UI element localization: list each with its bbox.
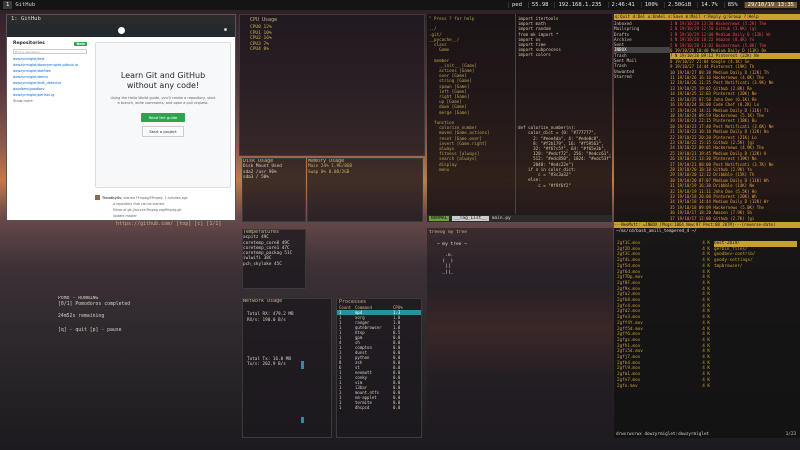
process-row[interactable]: 1 dhcpcd 0.0 xyxy=(337,405,421,410)
status-clock: 29/10/19 13:35 xyxy=(743,2,797,8)
status-music: ped xyxy=(507,2,525,8)
vim-statusline: NORMAL __Tag_List__ main.py xyxy=(427,215,612,222)
repo-link[interactable]: goodbev/goodbev xyxy=(13,87,87,91)
timer-keys: [q] - quit [p] - pause xyxy=(58,328,122,333)
ranger-path: ~/ms/cd/bash_amill_tempered_4 ~/ xyxy=(616,228,697,233)
repo-link[interactable]: dowzyrmiglet/demo xyxy=(13,75,87,79)
timer-completed: [0/1] Pomodoros completed xyxy=(58,302,131,307)
dir-name: tmpbrowser/ xyxy=(714,263,743,269)
mail-list[interactable]: 1 N 19/10/29 13:30 Hackernews (5.2K) The… xyxy=(670,21,800,221)
feed-time: 2 minutes ago xyxy=(164,195,188,200)
show-more-link[interactable]: Show more xyxy=(13,99,87,103)
rx-spark-bar xyxy=(301,361,304,369)
find-repo-input[interactable]: Find a repository… xyxy=(13,49,87,54)
file-tab[interactable]: main.py xyxy=(492,216,511,221)
github-logo-icon[interactable] xyxy=(117,27,125,34)
pomodoro-timer: Pomo - RUNNING [0/1] Pomodoros completed… xyxy=(58,296,178,346)
network-tx-rate: Tx/s: 202.9 B/s xyxy=(247,362,286,368)
vim-editor[interactable]: " Press ? for help ../ .git/ __pycache__… xyxy=(427,14,612,222)
tree-art: ~ my tree ~ .o. ( ) || _||_ xyxy=(437,242,467,275)
neomutt-mail[interactable]: q:Quit d:Del u:Undel s:Save m:Mail r:Rep… xyxy=(614,14,800,228)
tagbar-panel[interactable]: " Press ? for help ../ .git/ __pycache__… xyxy=(429,16,515,172)
tree-terminal[interactable]: treeog my tree ~ my tree ~ .o. ( ) || _|… xyxy=(427,228,613,438)
status-memory: 2.50GiB xyxy=(663,2,694,8)
status-battery: 85% xyxy=(723,2,741,8)
card-text: Using the Hello World guide, you'll crea… xyxy=(110,96,216,105)
cpu-title: CPU Usage xyxy=(250,17,278,23)
repo-link[interactable]: dowzyrmiglet/perihel-ig xyxy=(13,93,87,97)
memory-usage-widget: Memory Usage Main 24% 1.9G/8GB Swap 0% 0… xyxy=(307,158,423,222)
read-guide-button[interactable]: Read the guide xyxy=(140,113,186,122)
file-list[interactable]: 2gf1C.mov 4 K 2gf2D.mov 4 K 2gf3C.mov 4 K 2gf4… xyxy=(617,241,710,389)
temperatures-widget: Temperatures acpitz 49C coretemp_core0 4… xyxy=(242,229,306,289)
split-divider xyxy=(515,14,516,214)
file-position: 1/23 xyxy=(785,432,796,437)
temp-row: pch_skylake 45C xyxy=(243,261,282,267)
network-title: Network Usage xyxy=(243,298,283,304)
status-uptime: 2:46:41 xyxy=(607,2,638,8)
status-bar: 1 GitHub ped 55.98 192.168.1.235 2:46:41… xyxy=(0,0,800,10)
feed-user[interactable]: TimothyGu xyxy=(102,196,122,200)
disk-row: sda3 / 50% xyxy=(243,174,269,180)
activity-feed: TimothyGu starred FFmpeg/FFmpeg 2 minutes … xyxy=(95,195,231,220)
github-header: ● xyxy=(7,24,235,37)
ranger-file-manager[interactable]: ~/ms/cd/bash_amill_tempered_4 ~/ 2gf1C.m… xyxy=(614,228,800,438)
repo-link[interactable]: dowzyrmiglet/dowzyrmiglet.github.io xyxy=(13,63,87,67)
process-cell: 1 xyxy=(339,405,342,410)
feed-desc: A repository that can be starred xyxy=(113,202,164,206)
tx-spark-bar xyxy=(301,417,304,423)
browser-window[interactable]: 1: GitHub ● Repositories New Find a repos… xyxy=(6,14,236,221)
tagbar-tab[interactable]: __Tag_List__ xyxy=(452,216,489,221)
ranger-statusbar: drwxrwxrwx dowzyrmiglet:dowzyrmiglet 1/2… xyxy=(616,432,796,437)
card-heading: Learn Git and GitHub without any code! xyxy=(120,71,206,90)
file-row[interactable]: 2gfo.mov 4 K xyxy=(617,384,710,390)
browser-url-status: https://github.com/ [top] [c] [1/1] xyxy=(116,221,222,227)
file-name: 2gfo.mov xyxy=(617,383,638,389)
status-disk: 55.98 xyxy=(527,2,552,8)
status-volume: 100% xyxy=(640,2,661,8)
browser-title: 1: GitHub xyxy=(7,15,235,24)
feed-action[interactable]: starred FFmpeg/FFmpeg xyxy=(124,196,163,200)
workspace-indicator[interactable]: 1 xyxy=(3,1,13,9)
mail-folder-item[interactable]: Starred xyxy=(614,74,670,79)
repo-link[interactable]: dowzyrmiglet/mdt_detector xyxy=(13,81,87,85)
timer-remaining: 24m52s remaining xyxy=(58,314,105,319)
processes-widget[interactable]: Processes Count Command CPU% 1 mpd 1.3 1 xorg 1… xyxy=(336,298,422,438)
directory-preview[interactable]: best-2019/gerbin_files/goodbev-contrib/g… xyxy=(714,241,797,270)
process-cell: 0.0 xyxy=(393,405,401,410)
repositories-heading: Repositories xyxy=(13,41,45,46)
network-rx-rate: RX/s: 190.0 B/s xyxy=(247,317,286,323)
active-window-title: GitHub xyxy=(15,2,36,8)
file-permissions: drwxrwxrwx dowzyrmiglet:dowzyrmiglet xyxy=(616,432,710,437)
repositories-sidebar: Repositories New Find a repository… dowzy… xyxy=(13,41,87,141)
learn-git-card: Learn Git and GitHub without any code! U… xyxy=(95,42,231,188)
cpu-usage-widget: CPU Usage CPU0 12% CPU1 10% CPU2 16% CPU… xyxy=(239,14,425,156)
memory-row: Swap 0% 0.0B/2GB xyxy=(308,169,350,175)
feed-more[interactable]: Update master xyxy=(113,214,137,218)
status-cpu: 14.7% xyxy=(697,2,721,8)
repo-link[interactable]: dowzyrmiglet/test xyxy=(13,57,87,61)
vim-mode: NORMAL xyxy=(429,216,450,221)
mail-row[interactable]: 37 19/10/17 12:00 Github (2.7K) [gi xyxy=(670,216,800,221)
file-size: 4 K xyxy=(702,383,710,389)
feed-line: Mirror of git://source.ffmpeg.org/ffmpeg… xyxy=(113,208,182,212)
start-project-button[interactable]: Start a project xyxy=(142,126,184,137)
repo-link[interactable]: dowzyrmiglet/dotfiles xyxy=(13,69,87,73)
dir-row[interactable]: tmpbrowser/ xyxy=(714,264,797,270)
new-repo-button[interactable]: New xyxy=(74,41,87,46)
avatar[interactable] xyxy=(95,195,100,200)
mail-folders[interactable]: Inboxed Mailspring Drafts Archive Sent INBOX T… xyxy=(614,21,670,79)
cpu-row: CPU4 8% xyxy=(250,47,269,52)
bell-icon[interactable]: ● xyxy=(224,27,227,33)
status-ip: 192.168.1.235 xyxy=(554,2,604,8)
code-panel[interactable]: import itertools import math import rand… xyxy=(518,16,612,188)
process-cell: dhcpcd xyxy=(355,405,370,410)
tree-title: treeog my tree xyxy=(429,230,467,235)
network-usage-widget: Network Usage Total RX: 479.2 MB RX/s: 1… xyxy=(242,298,332,438)
disk-usage-widget: Disk Usage Disk Mount Used sda2 /usr 96%… xyxy=(242,158,306,222)
mail-help-bar: q:Quit d:Del u:Undel s:Save m:Mail r:Rep… xyxy=(614,14,800,20)
